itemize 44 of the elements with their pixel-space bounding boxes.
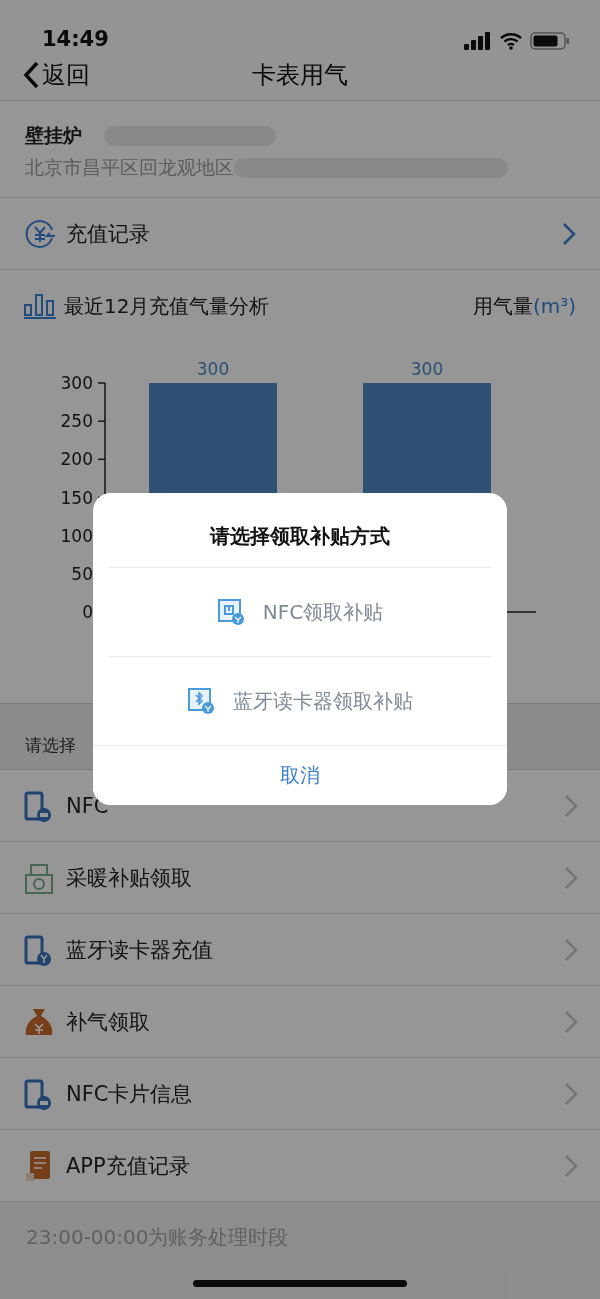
device-name: 壁挂炉 <box>25 123 82 148</box>
menu-label: 采暖补贴领取 <box>66 864 193 892</box>
menu-row[interactable]: 采暖补贴领取 <box>0 842 600 914</box>
menu-row[interactable]: NFC卡片信息 <box>0 1058 600 1130</box>
axis-tick-label: 50 <box>71 563 93 584</box>
axis-tick-label: 300 <box>60 373 93 393</box>
unit-text: (m³) <box>532 294 576 318</box>
back-chevron-icon <box>22 61 40 89</box>
bar-value-label: 300 <box>410 359 444 379</box>
back-button[interactable]: 返回 <box>22 58 90 92</box>
chevron-right-icon <box>564 1081 578 1106</box>
chevron-right-icon <box>564 1009 578 1034</box>
axis-tick-label: 100 <box>60 525 93 546</box>
chevron-right-icon <box>564 793 578 818</box>
chevron-right-icon <box>564 937 578 962</box>
page-title: 卡表用气 <box>252 60 348 91</box>
battery-icon <box>530 32 570 50</box>
chevron-right-icon <box>564 865 578 890</box>
bar-value-label: 300 <box>196 359 230 379</box>
menu-label: 补气领取 <box>66 1008 151 1036</box>
recharge-record-row[interactable]: 充值记录 <box>0 198 600 270</box>
bar-chart-icon <box>24 293 56 319</box>
menu-row[interactable]: APP充值记录 <box>0 1130 600 1202</box>
axis-tick-label: 250 <box>60 411 93 432</box>
row-label: 充值记录 <box>66 220 151 248</box>
chevron-right-icon <box>562 221 576 246</box>
menu-row[interactable]: 补气领取 <box>0 986 600 1058</box>
unit-label: 用气量 <box>472 292 533 320</box>
status-time: 14:49 <box>42 26 109 52</box>
device-address: 北京市昌平区回龙观地区 <box>25 155 234 180</box>
menu-label: APP充值记录 <box>66 1152 191 1180</box>
signal-icon <box>464 32 492 50</box>
axis-tick-label: 0 <box>82 602 93 622</box>
menu-label: NFC卡片信息 <box>66 1080 194 1108</box>
chart-title: 最近12月充值气量分析 <box>64 292 271 320</box>
menu-label: 蓝牙读卡器充值 <box>66 936 214 964</box>
section-header: 请选择 <box>25 734 76 757</box>
wifi-icon <box>500 32 522 50</box>
axis-tick-label: 150 <box>60 487 93 508</box>
menu-row[interactable]: 蓝牙读卡器充值 <box>0 914 600 986</box>
dialog-title: 请选择领取补贴方式 <box>208 523 391 550</box>
chevron-right-icon <box>564 1153 578 1178</box>
axis-tick-label: 200 <box>60 449 93 470</box>
yen-exchange-icon <box>24 217 56 250</box>
